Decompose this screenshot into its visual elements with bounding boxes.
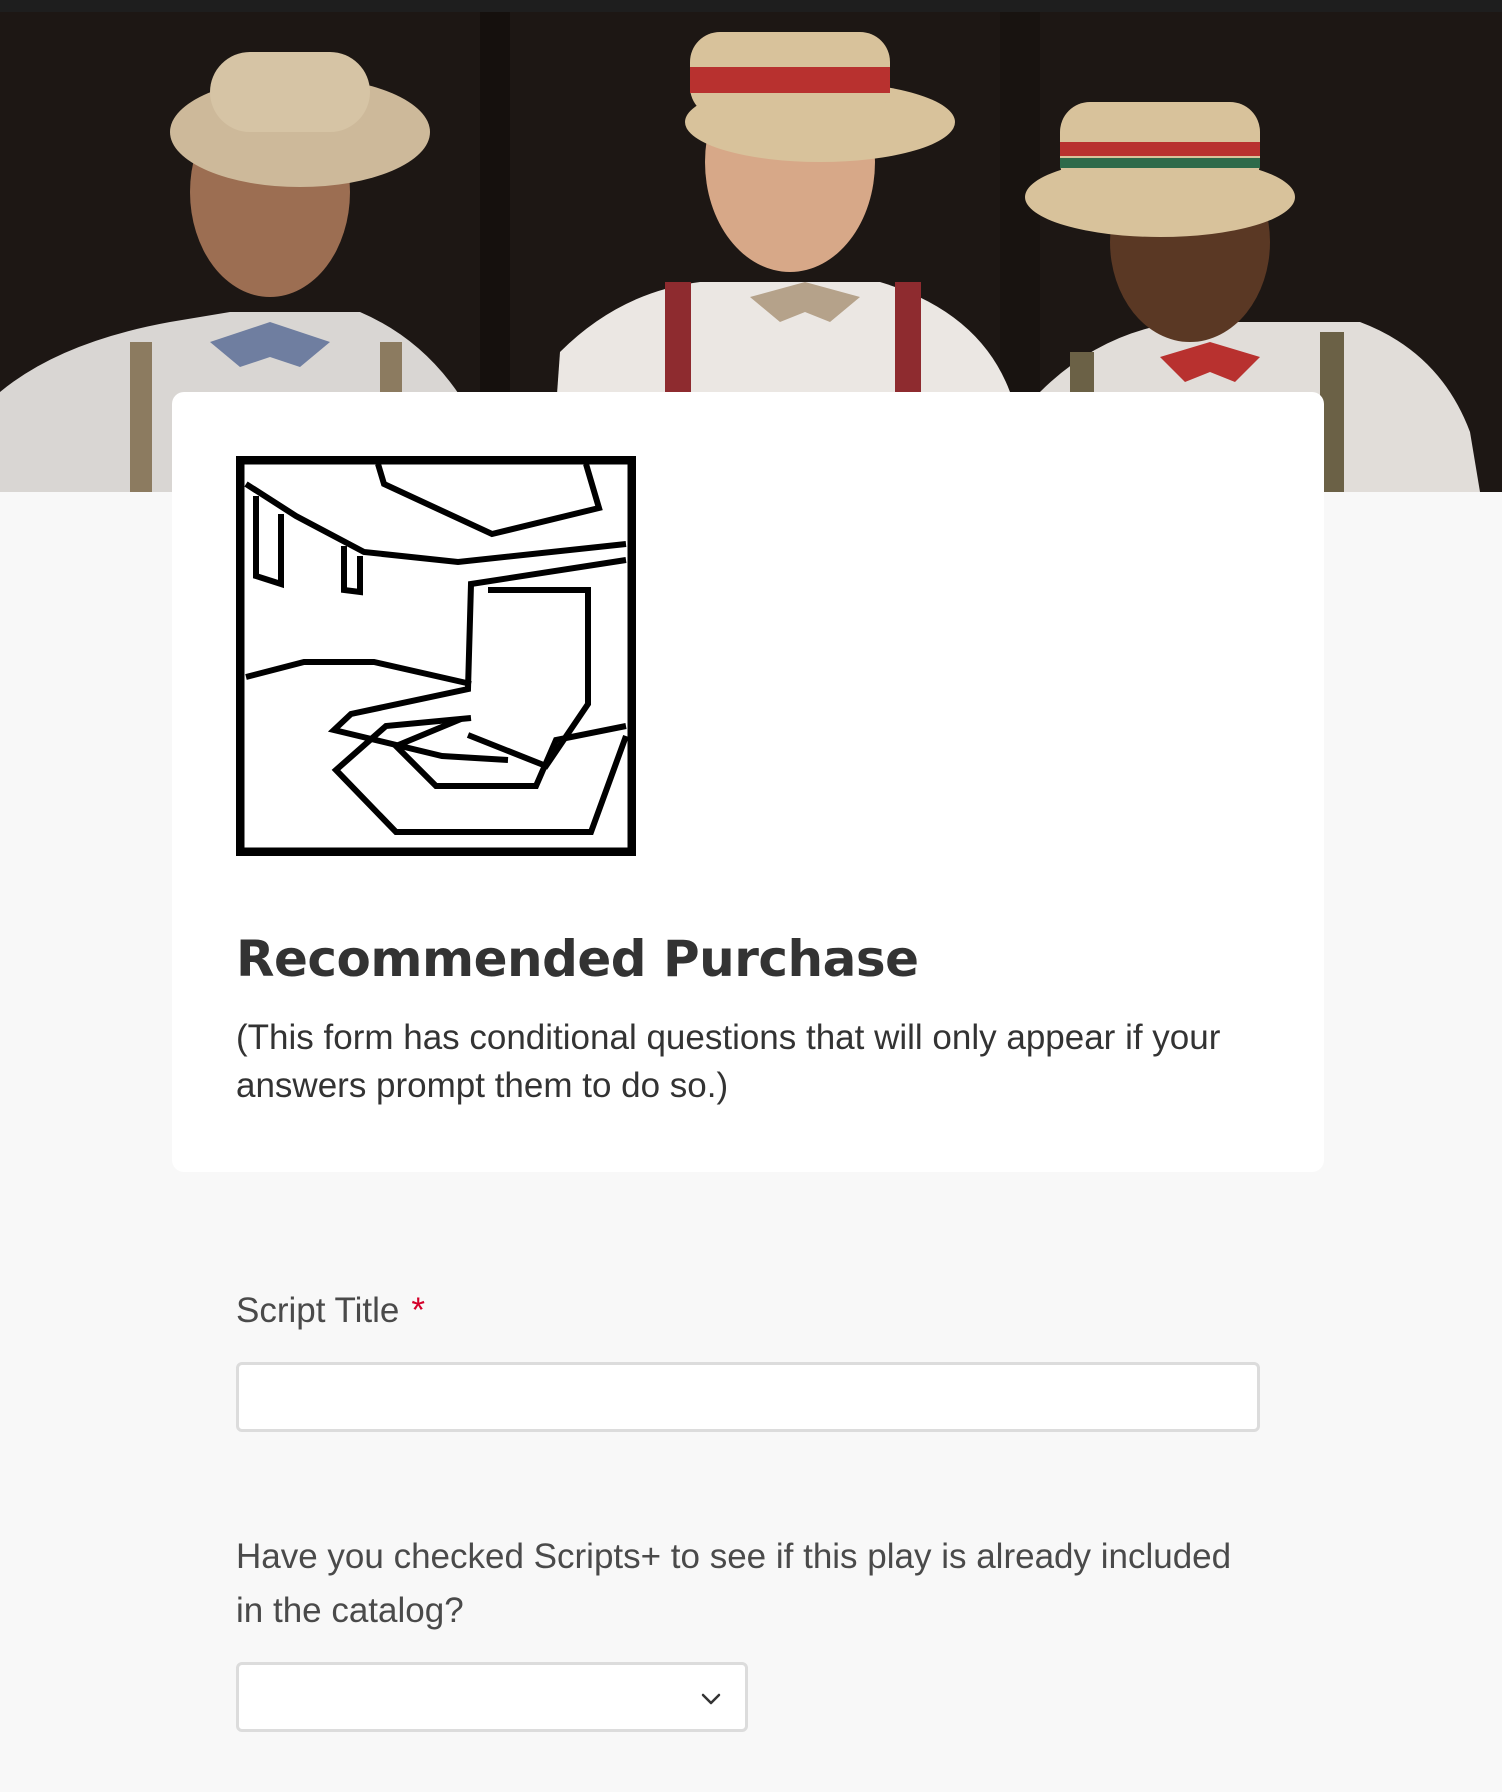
required-marker: *	[411, 1291, 426, 1330]
question-scripts-plus-check: Have you checked Scripts+ to see if this…	[236, 1537, 1232, 1630]
form-description: (This form has conditional questions tha…	[236, 1018, 1221, 1105]
theatre-stage-logo-icon	[236, 456, 636, 856]
question-script-title: Script Title *	[236, 1284, 425, 1338]
form-header-card: Recommended Purchase (This form has cond…	[172, 392, 1324, 1172]
question-label: Script Title	[236, 1291, 400, 1330]
chevron-down-icon	[699, 1687, 723, 1711]
form-title: Recommended Purchase	[236, 930, 919, 988]
top-strip	[0, 0, 1502, 12]
scripts-plus-select[interactable]	[236, 1662, 748, 1732]
script-title-input[interactable]	[236, 1362, 1260, 1432]
